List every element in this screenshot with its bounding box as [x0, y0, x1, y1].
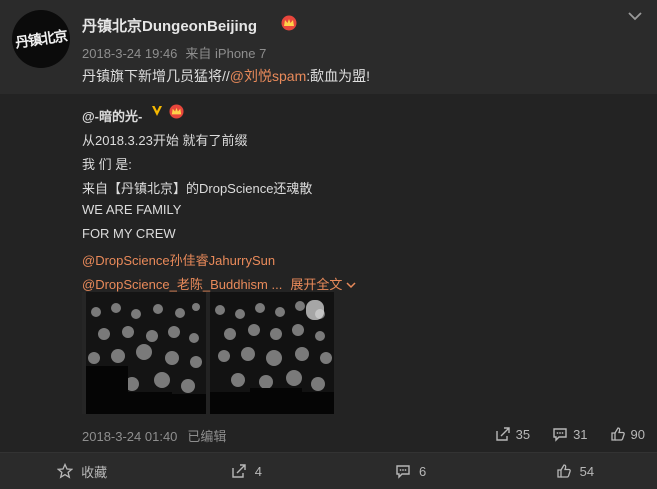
- comment-count: 6: [419, 463, 427, 479]
- post-photo[interactable]: [82, 292, 206, 414]
- crown-badge-icon[interactable]: [280, 15, 298, 31]
- repost-line: 来自【丹镇北京】的DropScience还魂散: [82, 181, 313, 196]
- like-count: 54: [579, 463, 595, 479]
- favorite-label: 收藏: [81, 464, 108, 480]
- avatar-logo-text: 丹镇北京: [14, 28, 68, 52]
- share-icon: [495, 427, 510, 441]
- chevron-down-icon[interactable]: [346, 282, 356, 289]
- action-bar: 收藏 4 6 54: [0, 452, 657, 489]
- expand-full-text-link[interactable]: 展开全文: [290, 277, 342, 292]
- verified-v-icon: [152, 106, 162, 116]
- edited-label[interactable]: 已编辑: [187, 429, 226, 444]
- favorite-button[interactable]: 收藏: [0, 453, 164, 489]
- comment-count: 31: [573, 426, 588, 442]
- author-name[interactable]: 丹镇北京DungeonBeijing: [82, 15, 257, 36]
- share-count: 4: [254, 463, 262, 479]
- repost-comment-button[interactable]: 31: [552, 426, 588, 442]
- mention-link[interactable]: @刘悦spam: [230, 68, 306, 84]
- thumbs-up-icon: [556, 464, 571, 478]
- thumbs-up-icon: [610, 427, 625, 441]
- repost-line: WE ARE FAMILY: [82, 202, 182, 217]
- share-icon: [232, 464, 246, 478]
- group-photo-image: [82, 292, 206, 414]
- comment-button[interactable]: 6: [329, 453, 493, 489]
- crown-badge-icon[interactable]: [168, 104, 185, 119]
- chevron-down-icon[interactable]: [627, 10, 643, 22]
- post-text: 丹镇旗下新增几员猛将//@刘悦spam:歃血为盟!: [82, 66, 370, 86]
- post-text-before: 丹镇旗下新增几员猛将//: [82, 68, 230, 84]
- repost-container: @-暗的光- 从2018.3.23开始 就有了前缀 我 们 是: 来自【丹镇北京…: [0, 94, 657, 452]
- like-button[interactable]: 54: [493, 453, 657, 489]
- share-count: 35: [515, 426, 531, 442]
- repost-like-button[interactable]: 90: [610, 426, 645, 442]
- post-text-after: :歃血为盟!: [306, 68, 371, 84]
- repost-line-last: @DropScience_老陈_Buddhism ... 展开全文: [82, 274, 356, 293]
- repost-author[interactable]: @-暗的光-: [82, 106, 142, 125]
- repost-line: 我 们 是:: [82, 157, 132, 172]
- mention-link[interactable]: @DropScience孙佳睿JahurrySun: [82, 250, 275, 269]
- comment-icon: [396, 465, 410, 479]
- avatar[interactable]: 丹镇北京: [12, 10, 70, 68]
- post-meta: 2018-3-24 19:46 来自 iPhone 7: [82, 43, 274, 62]
- repost-meta: 2018-3-24 01:40 已编辑: [82, 426, 236, 445]
- weibo-post-card: 丹镇北京 丹镇北京DungeonBeijing 2018-3-24 19:46 来…: [0, 0, 657, 489]
- repost-line: FOR MY CREW: [82, 226, 176, 241]
- repost-stats: 35 31 90: [473, 426, 645, 442]
- mention-link[interactable]: @DropScience_老陈_Buddhism ...: [82, 277, 282, 292]
- comment-icon: [553, 428, 567, 442]
- group-photo-image: [210, 292, 334, 414]
- like-count: 90: [630, 426, 645, 442]
- post-source: 来自 iPhone 7: [185, 46, 267, 61]
- post-time[interactable]: 2018-3-24 19:46: [82, 46, 177, 61]
- share-button[interactable]: 4: [164, 453, 328, 489]
- repost-share-button[interactable]: 35: [495, 426, 530, 442]
- post-photo[interactable]: [210, 292, 334, 414]
- repost-line: 从2018.3.23开始 就有了前缀: [82, 133, 248, 148]
- repost-time[interactable]: 2018-3-24 01:40: [82, 429, 177, 444]
- star-icon: [57, 463, 74, 479]
